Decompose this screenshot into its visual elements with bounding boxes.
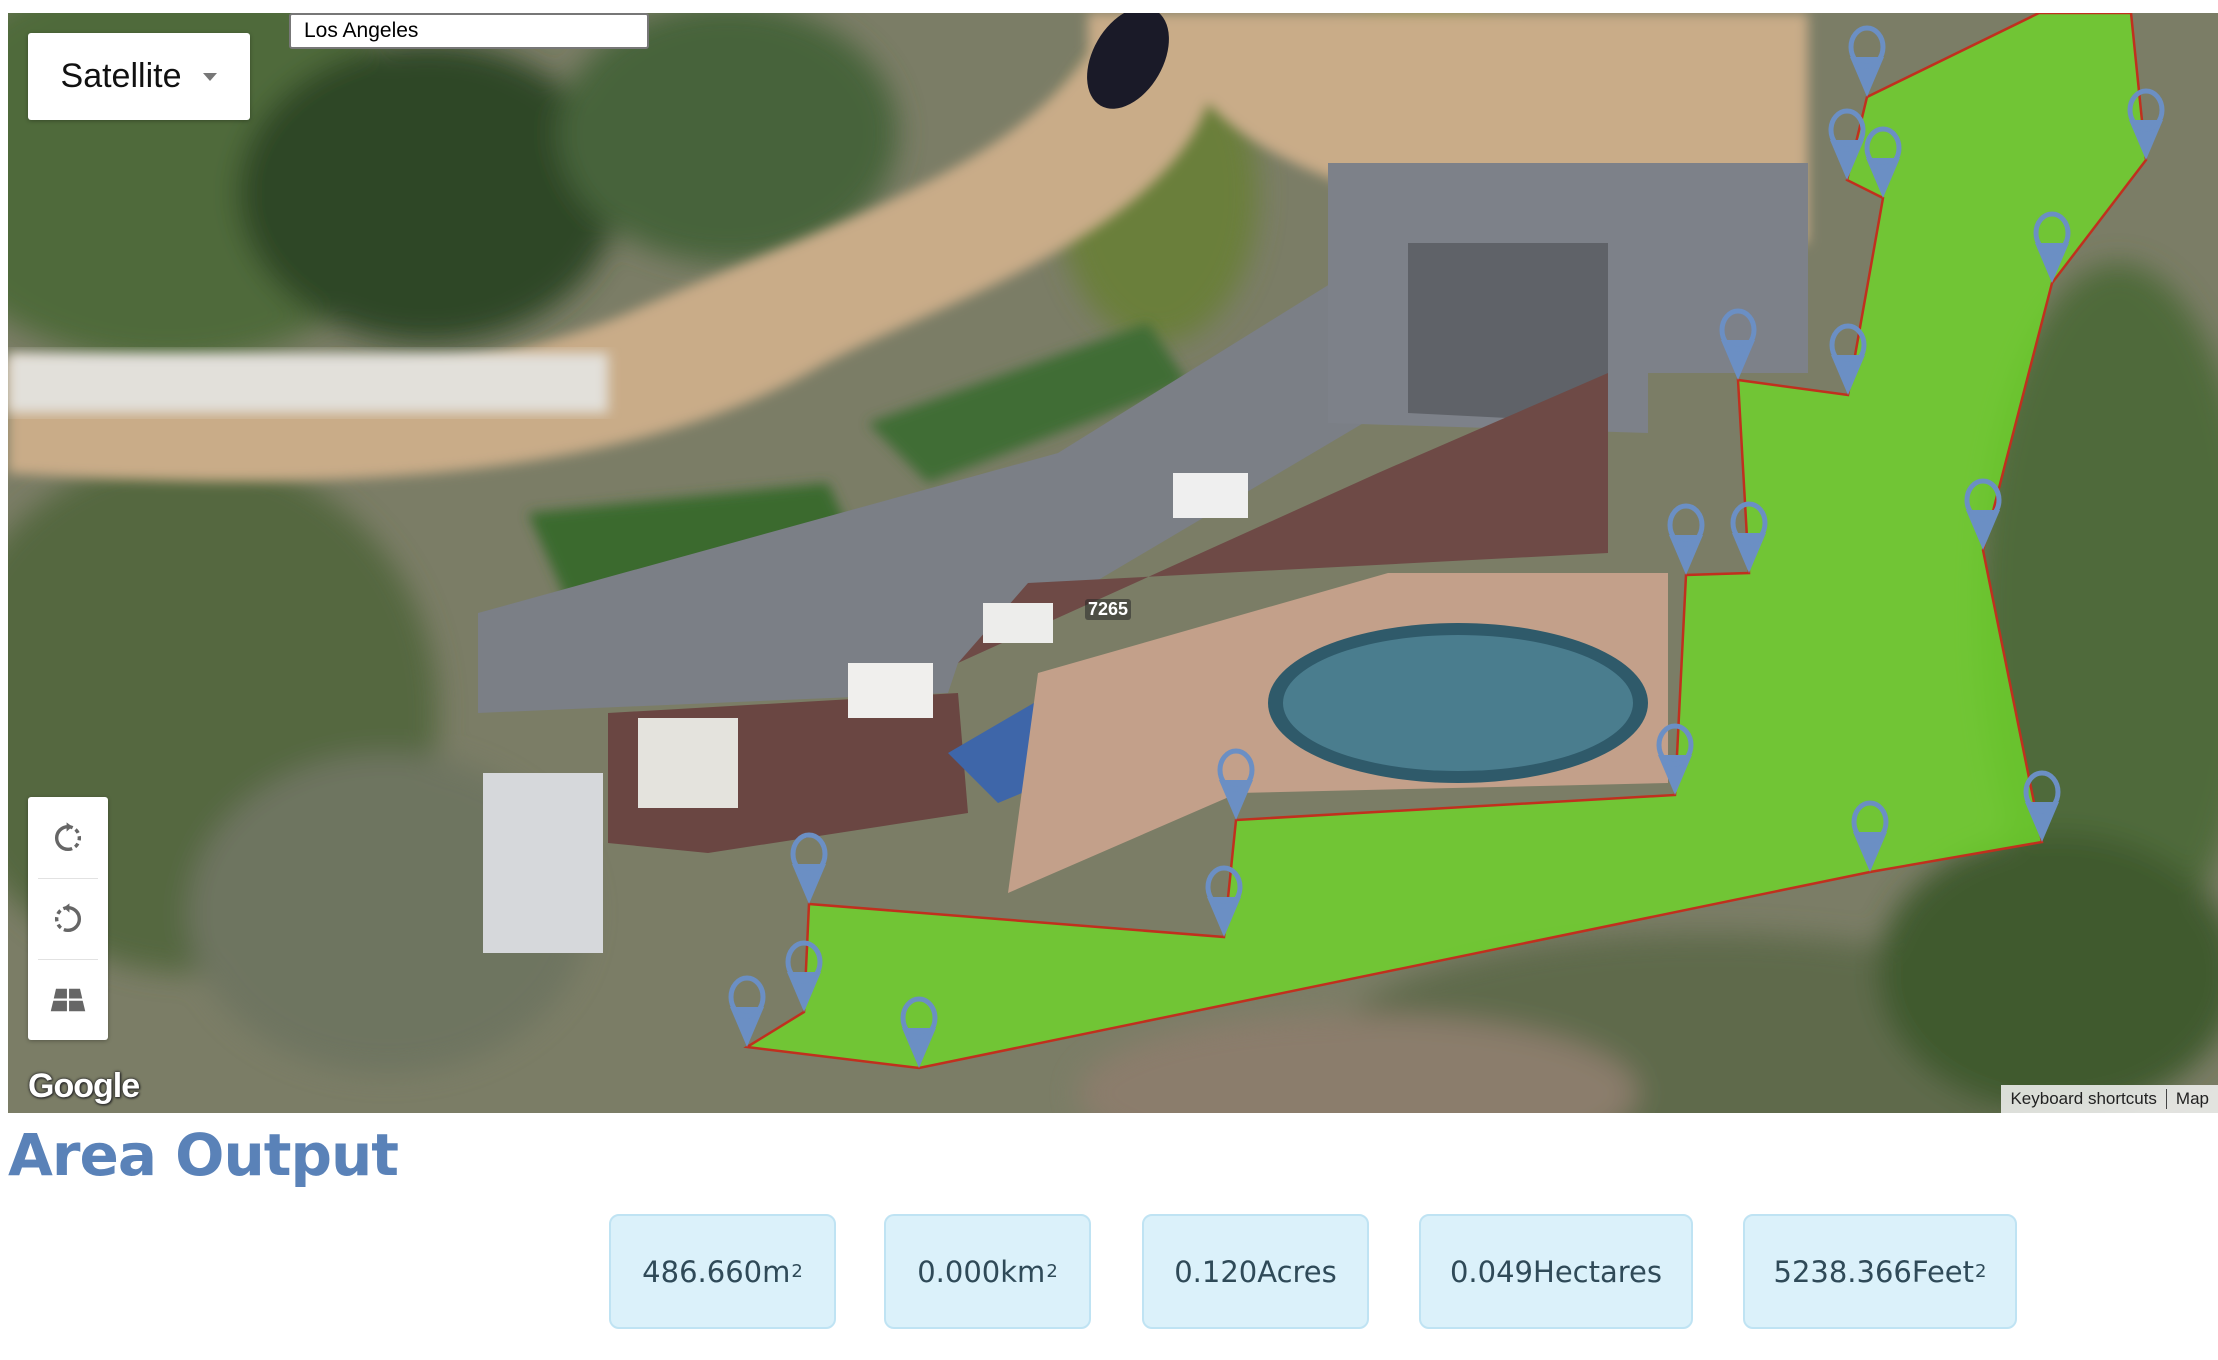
tilt-button[interactable]: [28, 959, 108, 1040]
vertex-marker-icon[interactable]: [1848, 25, 1886, 97]
area-unit: Feet: [1911, 1254, 1975, 1289]
vertex-marker-icon[interactable]: [1719, 308, 1757, 380]
house-number-label: 7265: [1085, 599, 1132, 620]
area-unit: m: [762, 1254, 791, 1289]
vertex-marker-icon[interactable]: [1667, 503, 1705, 575]
keyboard-shortcuts-link[interactable]: Keyboard shortcuts: [2001, 1089, 2165, 1109]
vertex-marker-icon[interactable]: [790, 832, 828, 904]
area-result-box: 5238.366 Feet 2: [1743, 1214, 2017, 1329]
rotate-clockwise-button[interactable]: [28, 797, 108, 878]
vertex-marker-icon[interactable]: [728, 975, 766, 1047]
area-unit-exponent: 2: [1975, 1261, 1987, 1282]
area-polygon[interactable]: [743, 13, 2148, 1070]
area-result-box: 0.049 Hectares: [1419, 1214, 1693, 1329]
rotate-clockwise-icon: [55, 821, 81, 851]
area-result-box: 486.660 m2: [609, 1214, 836, 1329]
tilt-3d-icon: [50, 988, 86, 1011]
map-type-dropdown[interactable]: Satellite: [28, 33, 250, 120]
map[interactable]: 7265 Satellite Los Angeles Google Keyboa…: [8, 13, 2218, 1113]
rotate-counterclockwise-button[interactable]: [28, 878, 108, 959]
area-polygon-layer[interactable]: [8, 13, 2218, 1113]
area-value: 0.000: [917, 1254, 1001, 1289]
area-output-heading: Area Output: [8, 1121, 399, 1189]
area-unit: km: [1000, 1254, 1046, 1289]
map-type-label: Satellite: [60, 57, 182, 95]
rotate-counterclockwise-icon: [55, 902, 81, 932]
area-unit-exponent: 2: [1046, 1261, 1058, 1282]
area-value: 0.049: [1449, 1254, 1534, 1289]
area-value: 5238.366: [1773, 1254, 1912, 1289]
map-rotate-controls: [28, 797, 108, 1040]
area-result-box: 0.120 Acres: [1142, 1214, 1369, 1329]
area-unit: Acres: [1257, 1254, 1337, 1289]
vertex-marker-icon[interactable]: [1217, 748, 1255, 820]
location-search-input[interactable]: [289, 13, 649, 49]
map-data-link[interactable]: Map: [2167, 1089, 2218, 1109]
chevron-down-icon: [203, 72, 218, 81]
area-unit: Hectares: [1533, 1254, 1662, 1289]
area-result-box: 0.000 km 2: [884, 1214, 1091, 1329]
area-value: 486.660: [642, 1254, 763, 1289]
area-value: 0.120: [1174, 1254, 1258, 1289]
area-unit-exponent: 2: [791, 1261, 803, 1282]
google-logo: Google: [28, 1067, 140, 1105]
map-attribution-bar: Keyboard shortcuts Map: [2001, 1085, 2218, 1113]
